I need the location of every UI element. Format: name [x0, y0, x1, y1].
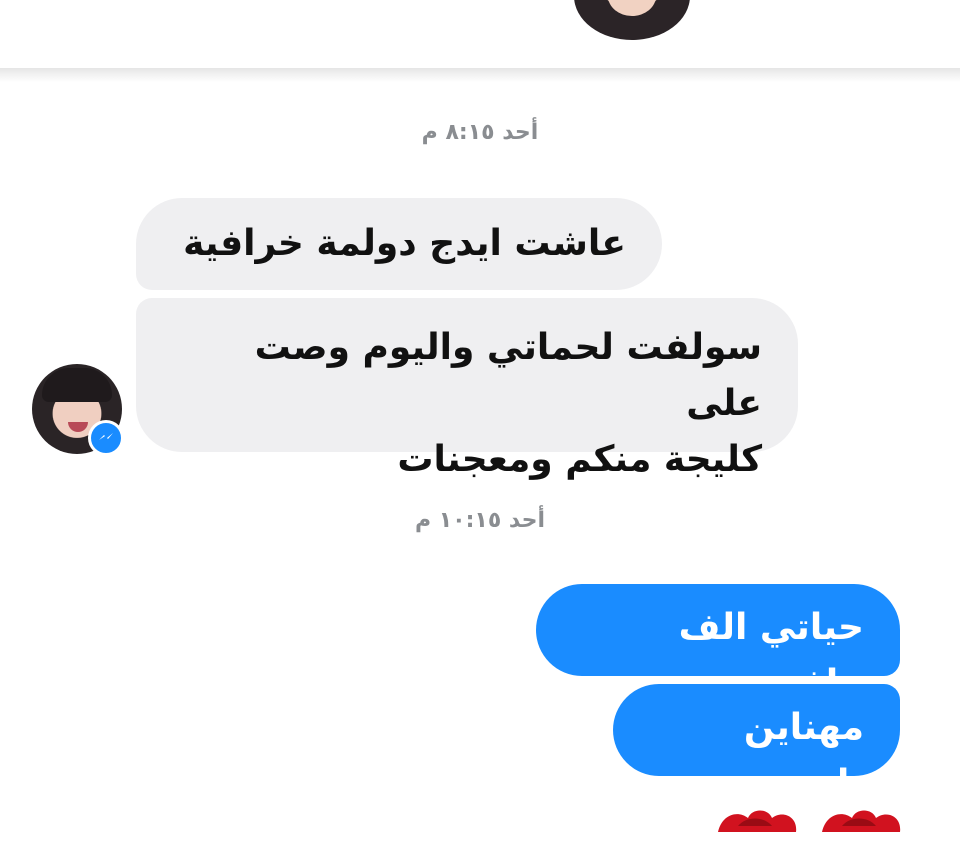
message-text: عاشت ايدج دولمة خرافية	[183, 223, 626, 264]
rose-emoji	[816, 804, 906, 844]
chat-header	[0, 0, 960, 70]
message-text-line: سولفت لحماتي واليوم وصت على	[254, 327, 762, 424]
avatar-face	[608, 0, 656, 16]
incoming-message-bubble[interactable]: سولفت لحماتي واليوم وصت على كليجة منكم و…	[136, 298, 798, 480]
incoming-message-bubble[interactable]: عاشت ايدج دولمة خرافية	[136, 198, 662, 290]
contact-avatar[interactable]	[574, 0, 690, 40]
avatar-hair	[42, 368, 112, 402]
outgoing-message-bubble[interactable]: مهناين يارب	[613, 684, 900, 804]
header-divider	[0, 68, 960, 82]
avatar-mouth	[68, 422, 88, 432]
timestamp: أحد ٨:١٥ م	[421, 120, 539, 145]
rose-emoji	[712, 804, 802, 844]
message-text: مهناين يارب	[743, 707, 864, 804]
outgoing-message-bubble[interactable]: حياتي الف عافيه	[536, 584, 900, 704]
timestamp: أحد ١٠:١٥ م	[414, 508, 546, 533]
messenger-icon	[88, 420, 124, 456]
message-text-line: كليجة منكم ومعجنات	[397, 439, 762, 480]
